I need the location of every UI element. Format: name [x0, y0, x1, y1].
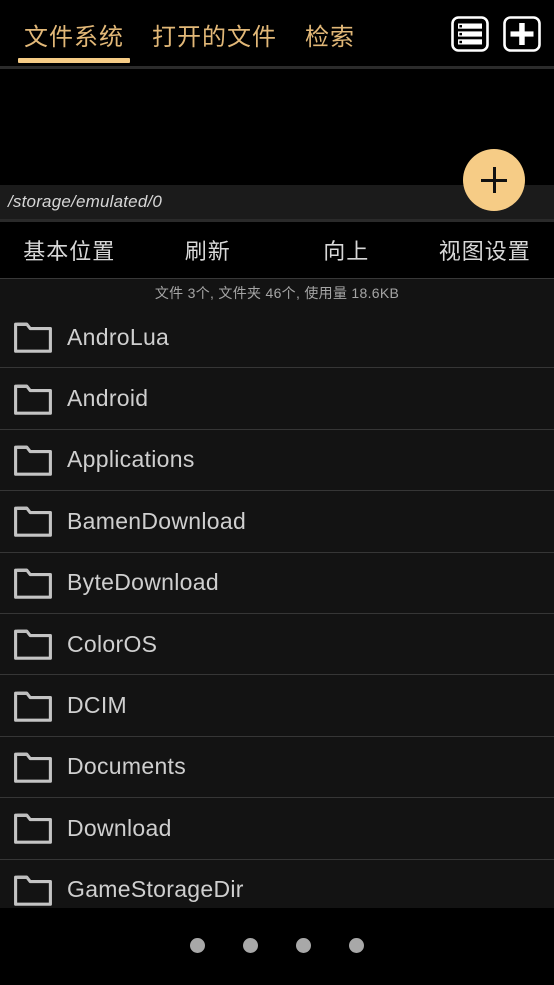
- tab-label: 打开的文件: [152, 23, 277, 51]
- file-list-item[interactable]: AndroLua: [0, 307, 554, 369]
- tab-label: 检索: [305, 23, 355, 51]
- add-fab[interactable]: [463, 149, 525, 211]
- file-manager-app: 文件系统 打开的文件 检索 /storage/emulated/0 基本位置 刷…: [0, 0, 554, 985]
- folder-icon: [13, 443, 53, 477]
- toolbar-item-4[interactable]: 视图设置: [416, 234, 554, 266]
- tab-label: 文件系统: [24, 23, 124, 51]
- folder-icon: [13, 566, 53, 600]
- file-name: DCIM: [67, 692, 127, 719]
- toolbar-item-3[interactable]: 向上: [277, 234, 416, 266]
- page-indicator: [190, 938, 364, 953]
- toolbar-item-2[interactable]: 刷新: [139, 234, 278, 266]
- page-dot-4[interactable]: [349, 938, 364, 953]
- folder-icon: [13, 873, 53, 907]
- status-text: 文件 3个, 文件夹 46个, 使用量 18.6KB: [154, 285, 400, 301]
- folder-icon: [13, 382, 53, 416]
- file-list-item[interactable]: BamenDownload: [0, 491, 554, 553]
- tab-bar-actions: [450, 0, 542, 68]
- page-dot-1[interactable]: [190, 938, 205, 953]
- file-name: Documents: [67, 753, 187, 780]
- tab-bar: 文件系统 打开的文件 检索: [0, 0, 554, 68]
- current-path: /storage/emulated/0: [8, 192, 163, 211]
- file-name: AndroLua: [67, 323, 170, 350]
- file-name: Download: [67, 814, 172, 841]
- file-name: GameStorageDir: [67, 876, 244, 903]
- file-list-item[interactable]: ColorOS: [0, 613, 554, 676]
- file-list-item[interactable]: Download: [0, 798, 554, 860]
- list-view-icon[interactable]: [450, 14, 490, 54]
- folder-icon: [13, 504, 53, 538]
- file-list-item[interactable]: ByteDownload: [0, 552, 554, 614]
- tab-2[interactable]: 打开的文件: [150, 0, 279, 68]
- folder-icon: [13, 320, 53, 354]
- folder-icon: [13, 689, 53, 723]
- plus-icon-vertical: [492, 167, 496, 193]
- file-name: ColorOS: [67, 630, 158, 657]
- file-list-item[interactable]: Documents: [0, 736, 554, 799]
- toolbar: 基本位置 刷新 向上 视图设置: [0, 222, 554, 278]
- file-list-item[interactable]: Applications: [0, 429, 554, 492]
- add-icon[interactable]: [502, 14, 542, 54]
- tab-3[interactable]: 检索: [303, 0, 357, 68]
- file-list-item[interactable]: Android: [0, 368, 554, 430]
- file-name: BamenDownload: [67, 507, 247, 534]
- tab-list: 文件系统 打开的文件 检索: [0, 0, 381, 68]
- tab-1[interactable]: 文件系统: [18, 0, 130, 68]
- folder-icon: [13, 750, 53, 784]
- page-dot-2[interactable]: [243, 938, 258, 953]
- file-name: Android: [67, 385, 149, 412]
- toolbar-item-1[interactable]: 基本位置: [0, 234, 139, 266]
- status-bar: 文件 3个, 文件夹 46个, 使用量 18.6KB: [0, 279, 554, 307]
- page-dot-3[interactable]: [296, 938, 311, 953]
- file-name: ByteDownload: [67, 569, 219, 596]
- folder-icon: [13, 627, 53, 661]
- file-list-item[interactable]: GameStorageDir: [0, 859, 554, 908]
- file-name: Applications: [67, 446, 195, 473]
- folder-icon: [13, 811, 53, 845]
- file-list-item[interactable]: DCIM: [0, 675, 554, 737]
- file-list[interactable]: AndroLua Android Applications BamenDownload…: [0, 307, 554, 908]
- bottom-bar: [0, 908, 554, 985]
